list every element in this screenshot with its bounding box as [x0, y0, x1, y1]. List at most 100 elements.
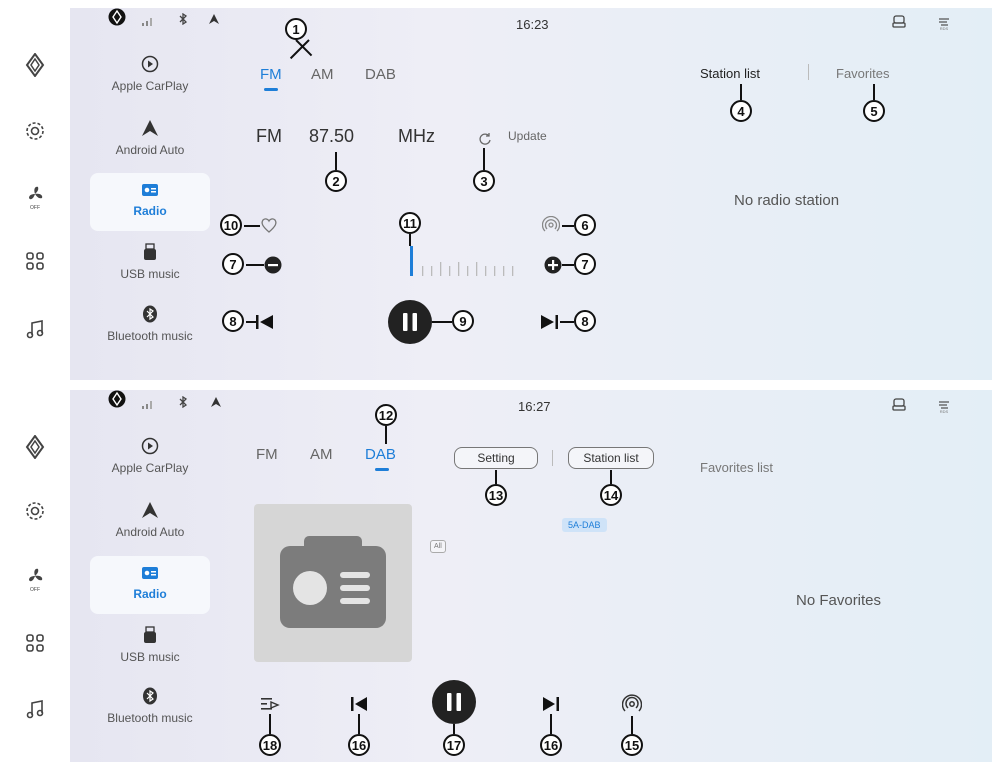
music-note-icon[interactable]: [22, 316, 48, 342]
tune-down-button[interactable]: [264, 256, 282, 279]
source-android-auto[interactable]: Android Auto: [90, 494, 210, 552]
callout-badge: 8: [222, 310, 244, 332]
callout-badge: 9: [452, 310, 474, 332]
frequency-band-label: FM: [256, 126, 282, 146]
band-tab-dab[interactable]: DAB: [365, 446, 396, 463]
music-note-icon[interactable]: [22, 696, 48, 722]
source-radio[interactable]: Radio: [90, 173, 210, 231]
callout-leader: [244, 225, 260, 227]
source-bluetooth-music[interactable]: Bluetooth music: [90, 298, 210, 356]
callout-badge: 12: [375, 404, 397, 426]
callout-leader: [385, 426, 387, 444]
band-tab-fm[interactable]: FM: [260, 66, 282, 83]
apps-grid-icon[interactable]: [22, 248, 48, 274]
renault-logo-icon[interactable]: [22, 52, 48, 78]
frequency-value[interactable]: 87.50: [309, 126, 354, 147]
favorites-list-title: Favorites list: [700, 460, 773, 475]
callout-leader: [873, 84, 875, 100]
callout-leader: [409, 234, 411, 246]
source-usb-music[interactable]: USB music: [90, 236, 210, 294]
band-tab-am[interactable]: AM: [311, 66, 334, 83]
fan-off-icon[interactable]: OFF: [22, 184, 48, 210]
update-button[interactable]: Update: [508, 129, 547, 143]
svg-text:RDS: RDS: [940, 26, 949, 30]
callout-leader: [335, 152, 337, 170]
tune-up-button[interactable]: [544, 256, 562, 279]
source-radio[interactable]: Radio: [90, 556, 210, 614]
bluetooth-icon: [140, 304, 160, 324]
carplay-icon: [140, 54, 160, 74]
source-apple-carplay[interactable]: Apple CarPlay: [90, 48, 210, 106]
svg-text:RDS: RDS: [940, 409, 949, 413]
callout-badge: 8: [574, 310, 596, 332]
settings-gear-icon[interactable]: [22, 498, 48, 524]
svg-text:OFF: OFF: [30, 587, 40, 592]
system-rail: OFF: [0, 8, 70, 380]
system-rail: OFF: [0, 390, 70, 762]
band-tab-am[interactable]: AM: [310, 446, 333, 463]
callout-badge: 3: [473, 170, 495, 192]
callout-leader: [453, 724, 455, 734]
eco-mode-icon[interactable]: RDS: [938, 16, 950, 35]
callout-badge: 11: [399, 212, 421, 234]
tab-station-list[interactable]: Station list: [700, 66, 760, 81]
carplay-icon: [140, 436, 160, 456]
source-label: USB music: [120, 650, 180, 664]
source-label: Android Auto: [115, 143, 185, 157]
bluetooth-status-icon: [178, 12, 188, 30]
clock: 16:27: [518, 399, 551, 414]
bluetooth-status-icon: [178, 395, 188, 413]
renault-logo-icon[interactable]: [22, 434, 48, 460]
callout-leader: [740, 84, 742, 100]
bluetooth-icon: [140, 686, 160, 706]
tab-favorites[interactable]: Favorites: [836, 66, 889, 81]
callout-leader: [562, 264, 574, 266]
source-label: Radio: [133, 587, 167, 601]
seat-icon[interactable]: [892, 398, 906, 417]
settings-gear-icon[interactable]: [22, 118, 48, 144]
svg-text:OFF: OFF: [30, 205, 40, 210]
callout-badge: 4: [730, 100, 752, 122]
radio-main-area: 16:27 RDS Apple CarPlay Android Auto Rad…: [70, 390, 992, 762]
callout-leader: [550, 714, 552, 734]
band-tab-dab[interactable]: DAB: [365, 66, 396, 83]
frequency-tuner-scale[interactable]: [406, 240, 518, 285]
callout-badge: 13: [485, 484, 507, 506]
callout-badge: 17: [443, 734, 465, 756]
source-usb-music[interactable]: USB music: [90, 619, 210, 677]
callout-leader: [358, 714, 360, 734]
signal-strength-icon: [142, 396, 154, 414]
seat-icon[interactable]: [892, 15, 906, 34]
apps-grid-icon[interactable]: [22, 630, 48, 656]
pause-button[interactable]: [432, 680, 476, 729]
refresh-icon[interactable]: [478, 132, 492, 151]
source-apple-carplay[interactable]: Apple CarPlay: [90, 430, 210, 488]
favorite-heart-icon[interactable]: [260, 217, 278, 238]
callout-badge: 6: [574, 214, 596, 236]
station-artwork: [254, 504, 412, 662]
eco-mode-icon[interactable]: RDS: [938, 399, 950, 418]
band-tab-fm[interactable]: FM: [256, 446, 278, 463]
station-scan-icon[interactable]: [541, 215, 561, 239]
fm-radio-screen: OFF 16:23 RDS Apple CarPlay Android Auto…: [0, 8, 992, 380]
setting-button[interactable]: Setting: [454, 447, 538, 469]
callout-leader: [560, 321, 574, 323]
callout-leader: [483, 148, 485, 170]
source-label: Apple CarPlay: [111, 79, 189, 93]
callout-leader: [495, 470, 497, 484]
usb-icon: [140, 625, 160, 645]
brand-logo-icon: [108, 8, 126, 31]
callout-leader: [246, 264, 264, 266]
next-station-button[interactable]: [540, 313, 560, 336]
fan-off-icon[interactable]: OFF: [22, 566, 48, 592]
callout-leader: [631, 716, 633, 734]
pause-button[interactable]: [388, 300, 432, 349]
callout-badge: 2: [325, 170, 347, 192]
callout-leader: [610, 470, 612, 484]
all-filter-button[interactable]: All: [430, 540, 446, 553]
station-list-button[interactable]: Station list: [568, 447, 654, 469]
source-bluetooth-music[interactable]: Bluetooth music: [90, 680, 210, 738]
callout-badge: 10: [220, 214, 242, 236]
source-android-auto[interactable]: Android Auto: [90, 112, 210, 170]
previous-station-button[interactable]: [254, 313, 274, 336]
